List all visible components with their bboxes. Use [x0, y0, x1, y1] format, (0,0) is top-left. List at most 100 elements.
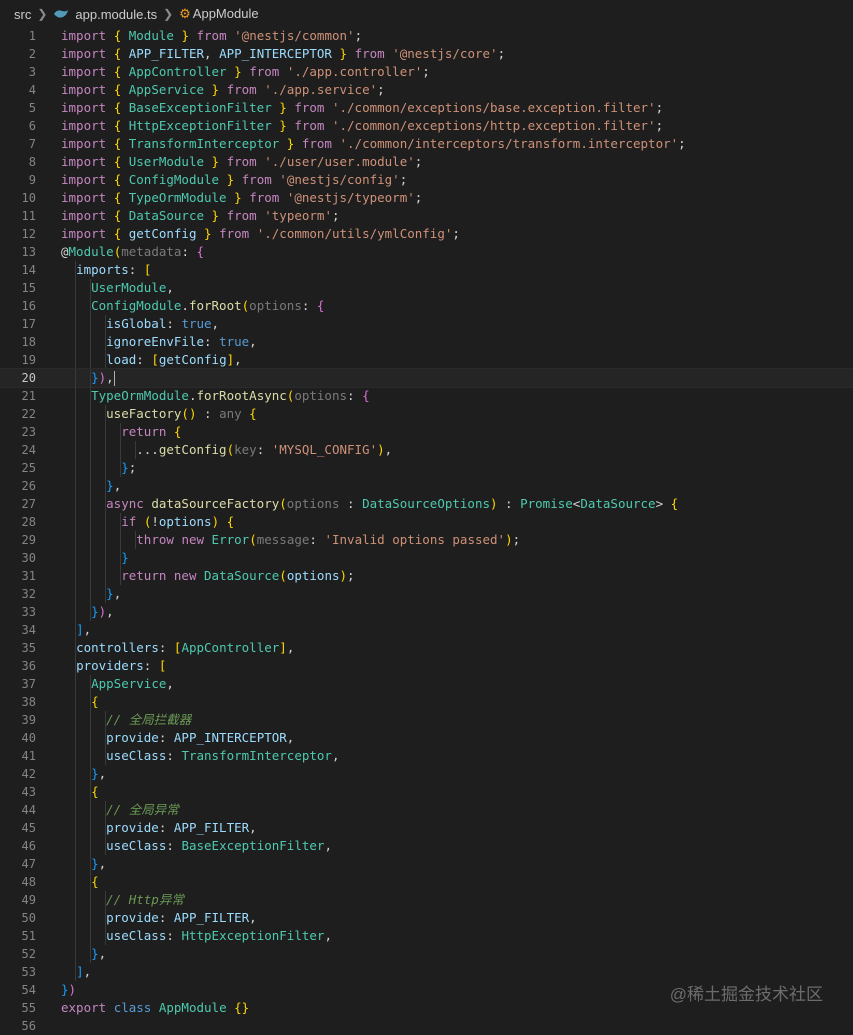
line-number: 23	[21, 425, 36, 439]
code-text: async dataSourceFactory(options : DataSo…	[106, 496, 679, 511]
code-line[interactable]: 13 @Module(metadata: {	[0, 243, 853, 261]
code-line[interactable]: 18 ignoreEnvFile: true,	[0, 333, 853, 351]
code-line[interactable]: 17 isGlobal: true,	[0, 315, 853, 333]
code-line[interactable]: 25 };	[0, 459, 853, 477]
line-number: 52	[21, 947, 36, 961]
code-line[interactable]: 12 import { getConfig } from './common/ut…	[0, 225, 853, 243]
code-line[interactable]: 38 {	[0, 693, 853, 711]
code-text: })	[61, 982, 77, 997]
line-number: 14	[21, 263, 36, 277]
code-line[interactable]: 29 throw new Error(message: 'Invalid opt…	[0, 531, 853, 549]
line-number: 17	[21, 317, 36, 331]
code-line[interactable]: 51 useClass: HttpExceptionFilter,	[0, 927, 853, 945]
code-text: // Http异常	[106, 892, 184, 907]
code-line[interactable]: 6 import { HttpExceptionFilter } from './…	[0, 117, 853, 135]
code-line[interactable]: 42 },	[0, 765, 853, 783]
code-line[interactable]: 39 // 全局拦截器	[0, 711, 853, 729]
line-number: 35	[21, 641, 36, 655]
code-line[interactable]: 8 import { UserModule } from './user/user…	[0, 153, 853, 171]
code-line[interactable]: 35 controllers: [AppController],	[0, 639, 853, 657]
code-line[interactable]: 19 load: [getConfig],	[0, 351, 853, 369]
code-text: import { Module } from '@nestjs/common';	[61, 28, 363, 43]
code-text: {	[91, 874, 99, 889]
breadcrumb-file[interactable]: app.module.ts	[75, 7, 157, 22]
code-text: ],	[76, 622, 92, 637]
code-line[interactable]: 27 async dataSourceFactory(options : Dat…	[0, 495, 853, 513]
code-line[interactable]: 34 ],	[0, 621, 853, 639]
code-text: ignoreEnvFile: true,	[106, 334, 257, 349]
code-line[interactable]: 45 provide: APP_FILTER,	[0, 819, 853, 837]
code-line[interactable]: 52 },	[0, 945, 853, 963]
code-text: },	[106, 586, 122, 601]
code-text: import { DataSource } from 'typeorm';	[61, 208, 340, 223]
code-line[interactable]: 15 UserModule,	[0, 279, 853, 297]
code-line[interactable]: 4 import { AppService } from './app.servi…	[0, 81, 853, 99]
code-line[interactable]: 31 return new DataSource(options);	[0, 567, 853, 585]
line-number: 37	[21, 677, 36, 691]
code-text: import { AppService } from './app.servic…	[61, 82, 385, 97]
code-text: },	[91, 856, 107, 871]
line-number: 3	[28, 65, 36, 79]
code-text: // 全局异常	[106, 802, 179, 817]
chevron-right-icon: ❯	[163, 7, 174, 21]
line-number: 53	[21, 965, 36, 979]
code-line[interactable]: 22 useFactory() : any {	[0, 405, 853, 423]
code-line[interactable]: 30 }	[0, 549, 853, 567]
line-number: 40	[21, 731, 36, 745]
line-number: 26	[21, 479, 36, 493]
chevron-right-icon: ❯	[37, 7, 48, 21]
code-text: UserModule,	[91, 280, 174, 295]
breadcrumb-symbol-label: AppModule	[192, 6, 259, 21]
code-line[interactable]: 37 AppService,	[0, 675, 853, 693]
code-line[interactable]: 11 import { DataSource } from 'typeorm';	[0, 207, 853, 225]
code-text: providers: [	[76, 658, 167, 673]
code-line[interactable]: 33 }),	[0, 603, 853, 621]
code-text: ],	[76, 964, 92, 979]
code-text: TypeOrmModule.forRootAsync(options: {	[91, 388, 370, 403]
code-line[interactable]: 14 imports: [	[0, 261, 853, 279]
code-line[interactable]: 21 TypeOrmModule.forRootAsync(options: {	[0, 387, 853, 405]
code-text: return new DataSource(options);	[121, 568, 355, 583]
code-line[interactable]: 2 import { APP_FILTER, APP_INTERCEPTOR } …	[0, 45, 853, 63]
breadcrumb-folder[interactable]: src	[14, 7, 31, 22]
code-line[interactable]: 20 }),	[0, 368, 853, 388]
code-line[interactable]: 3 import { AppController } from './app.co…	[0, 63, 853, 81]
code-line[interactable]: 26 },	[0, 477, 853, 495]
line-number: 11	[21, 209, 36, 223]
code-line[interactable]: 41 useClass: TransformInterceptor,	[0, 747, 853, 765]
code-line[interactable]: 5 import { BaseExceptionFilter } from './…	[0, 99, 853, 117]
code-text: if (!options) {	[121, 514, 235, 529]
code-line[interactable]: 47 },	[0, 855, 853, 873]
line-number: 32	[21, 587, 36, 601]
code-editor[interactable]: 1 import { Module } from '@nestjs/common'…	[0, 27, 853, 1035]
code-line[interactable]: 44 // 全局异常	[0, 801, 853, 819]
breadcrumb-symbol[interactable]: ⚙ AppModule	[179, 6, 258, 22]
code-line[interactable]: 36 providers: [	[0, 657, 853, 675]
code-line[interactable]: 46 useClass: BaseExceptionFilter,	[0, 837, 853, 855]
code-line[interactable]: 43 {	[0, 783, 853, 801]
code-line[interactable]: 1 import { Module } from '@nestjs/common'…	[0, 27, 853, 45]
line-number: 33	[21, 605, 36, 619]
code-line[interactable]: 9 import { ConfigModule } from '@nestjs/c…	[0, 171, 853, 189]
code-line[interactable]: 10 import { TypeOrmModule } from '@nestjs…	[0, 189, 853, 207]
code-line[interactable]: 40 provide: APP_INTERCEPTOR,	[0, 729, 853, 747]
code-text: import { HttpExceptionFilter } from './c…	[61, 118, 664, 133]
code-text: {	[91, 784, 99, 799]
code-line[interactable]: 53 ],	[0, 963, 853, 981]
code-line[interactable]: 16 ConfigModule.forRoot(options: {	[0, 297, 853, 315]
code-line[interactable]: 28 if (!options) {	[0, 513, 853, 531]
code-text: AppService,	[91, 676, 174, 691]
text-cursor	[113, 371, 115, 386]
code-line[interactable]: 32 },	[0, 585, 853, 603]
code-line[interactable]: 49 // Http异常	[0, 891, 853, 909]
code-text: export class AppModule {}	[61, 1000, 250, 1015]
code-line[interactable]: 7 import { TransformInterceptor } from '.…	[0, 135, 853, 153]
line-number: 6	[28, 119, 36, 133]
code-line[interactable]: 56	[0, 1017, 853, 1035]
code-line[interactable]: 23 return {	[0, 423, 853, 441]
code-line[interactable]: 24 ...getConfig(key: 'MYSQL_CONFIG'),	[0, 441, 853, 459]
line-number: 24	[21, 443, 36, 457]
code-line[interactable]: 50 provide: APP_FILTER,	[0, 909, 853, 927]
code-line[interactable]: 48 {	[0, 873, 853, 891]
line-number: 47	[21, 857, 36, 871]
